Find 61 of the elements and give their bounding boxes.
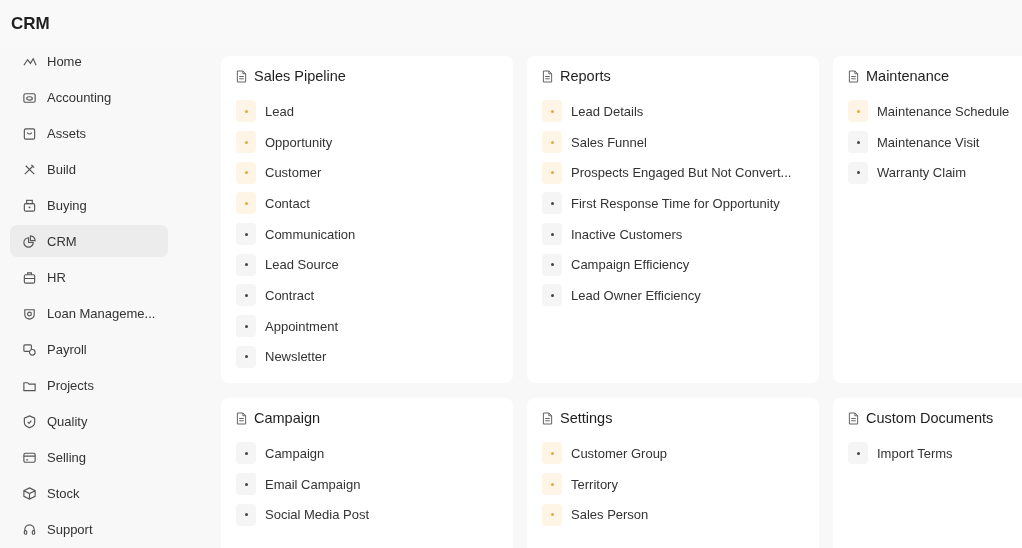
app-title: CRM (11, 14, 50, 34)
module-icon (22, 125, 37, 141)
link-item[interactable]: Email Campaign (234, 468, 513, 500)
link-item[interactable]: Inactive Customers (540, 218, 819, 250)
link-item[interactable]: Lead (234, 96, 513, 127)
link-item[interactable]: Lead Source (234, 249, 513, 281)
link-item[interactable]: Territory (540, 468, 819, 500)
link-item[interactable]: Maintenance Schedule (846, 96, 1022, 127)
sidebar-item[interactable]: Payroll (10, 333, 168, 365)
link-item[interactable]: Maintenance Visit (846, 126, 1022, 158)
sidebar-item[interactable]: Support (10, 513, 168, 545)
link-item[interactable]: Newsletter (234, 341, 513, 373)
module-icon (22, 197, 37, 213)
link-item[interactable]: Customer (234, 157, 513, 189)
link-item[interactable]: Lead Owner Efficiency (540, 280, 819, 311)
card-title: Sales Pipeline (254, 68, 346, 84)
link-item[interactable]: Sales Funnel (540, 126, 819, 158)
document-icon (236, 69, 247, 83)
card-title: Reports (560, 68, 611, 84)
module-icon (22, 413, 37, 429)
card-title: Custom Documents (866, 410, 994, 426)
sidebar-item[interactable]: Buying (10, 189, 168, 221)
link-item[interactable]: Lead Details (540, 96, 819, 127)
sidebar-item[interactable]: HR (10, 261, 168, 293)
link-item[interactable]: Social Media Post (234, 499, 513, 531)
link-item[interactable]: First Response Time for Opportunity (540, 188, 819, 219)
document-icon (236, 411, 247, 425)
link-item[interactable]: Campaign Efficiency (540, 249, 819, 281)
sidebar-item[interactable]: Selling (10, 441, 168, 473)
sidebar-item[interactable]: Quality (10, 405, 168, 437)
card-title: Maintenance (866, 68, 950, 84)
document-icon (848, 411, 859, 425)
document-icon (848, 69, 859, 83)
sidebar-item[interactable]: Home (10, 48, 168, 77)
link-item[interactable]: Contact (234, 188, 513, 219)
sidebar-item[interactable]: Stock (10, 477, 168, 509)
sidebar-item[interactable]: Assets (10, 117, 168, 149)
sidebar-item[interactable]: CRM (10, 225, 168, 257)
card-title: Campaign (254, 410, 321, 426)
link-item[interactable]: Campaign (234, 438, 513, 469)
link-item[interactable]: Contract (234, 280, 513, 311)
module-icon (22, 485, 37, 501)
module-icon (22, 521, 37, 537)
link-item[interactable]: Customer Group (540, 438, 819, 469)
link-item[interactable]: Appointment (234, 310, 513, 342)
document-icon (542, 69, 553, 83)
card-title: Settings (560, 410, 613, 426)
module-icon (22, 341, 37, 357)
module-icon (22, 233, 37, 249)
sidebar-item[interactable]: Build (10, 153, 168, 185)
link-item[interactable]: Communication (234, 218, 513, 250)
sidebar-item[interactable]: Accounting (10, 81, 168, 113)
module-icon (22, 269, 37, 285)
sidebar-item[interactable]: Loan Manageme... (10, 297, 168, 329)
link-item[interactable]: Prospects Engaged But Not Convert... (540, 157, 819, 189)
document-icon (542, 411, 553, 425)
link-item[interactable]: Warranty Claim (846, 157, 1022, 189)
link-item[interactable]: Sales Person (540, 499, 819, 531)
link-item[interactable]: Import Terms (846, 438, 1022, 469)
sidebar-item[interactable]: Projects (10, 369, 168, 401)
link-item[interactable]: Opportunity (234, 126, 513, 158)
